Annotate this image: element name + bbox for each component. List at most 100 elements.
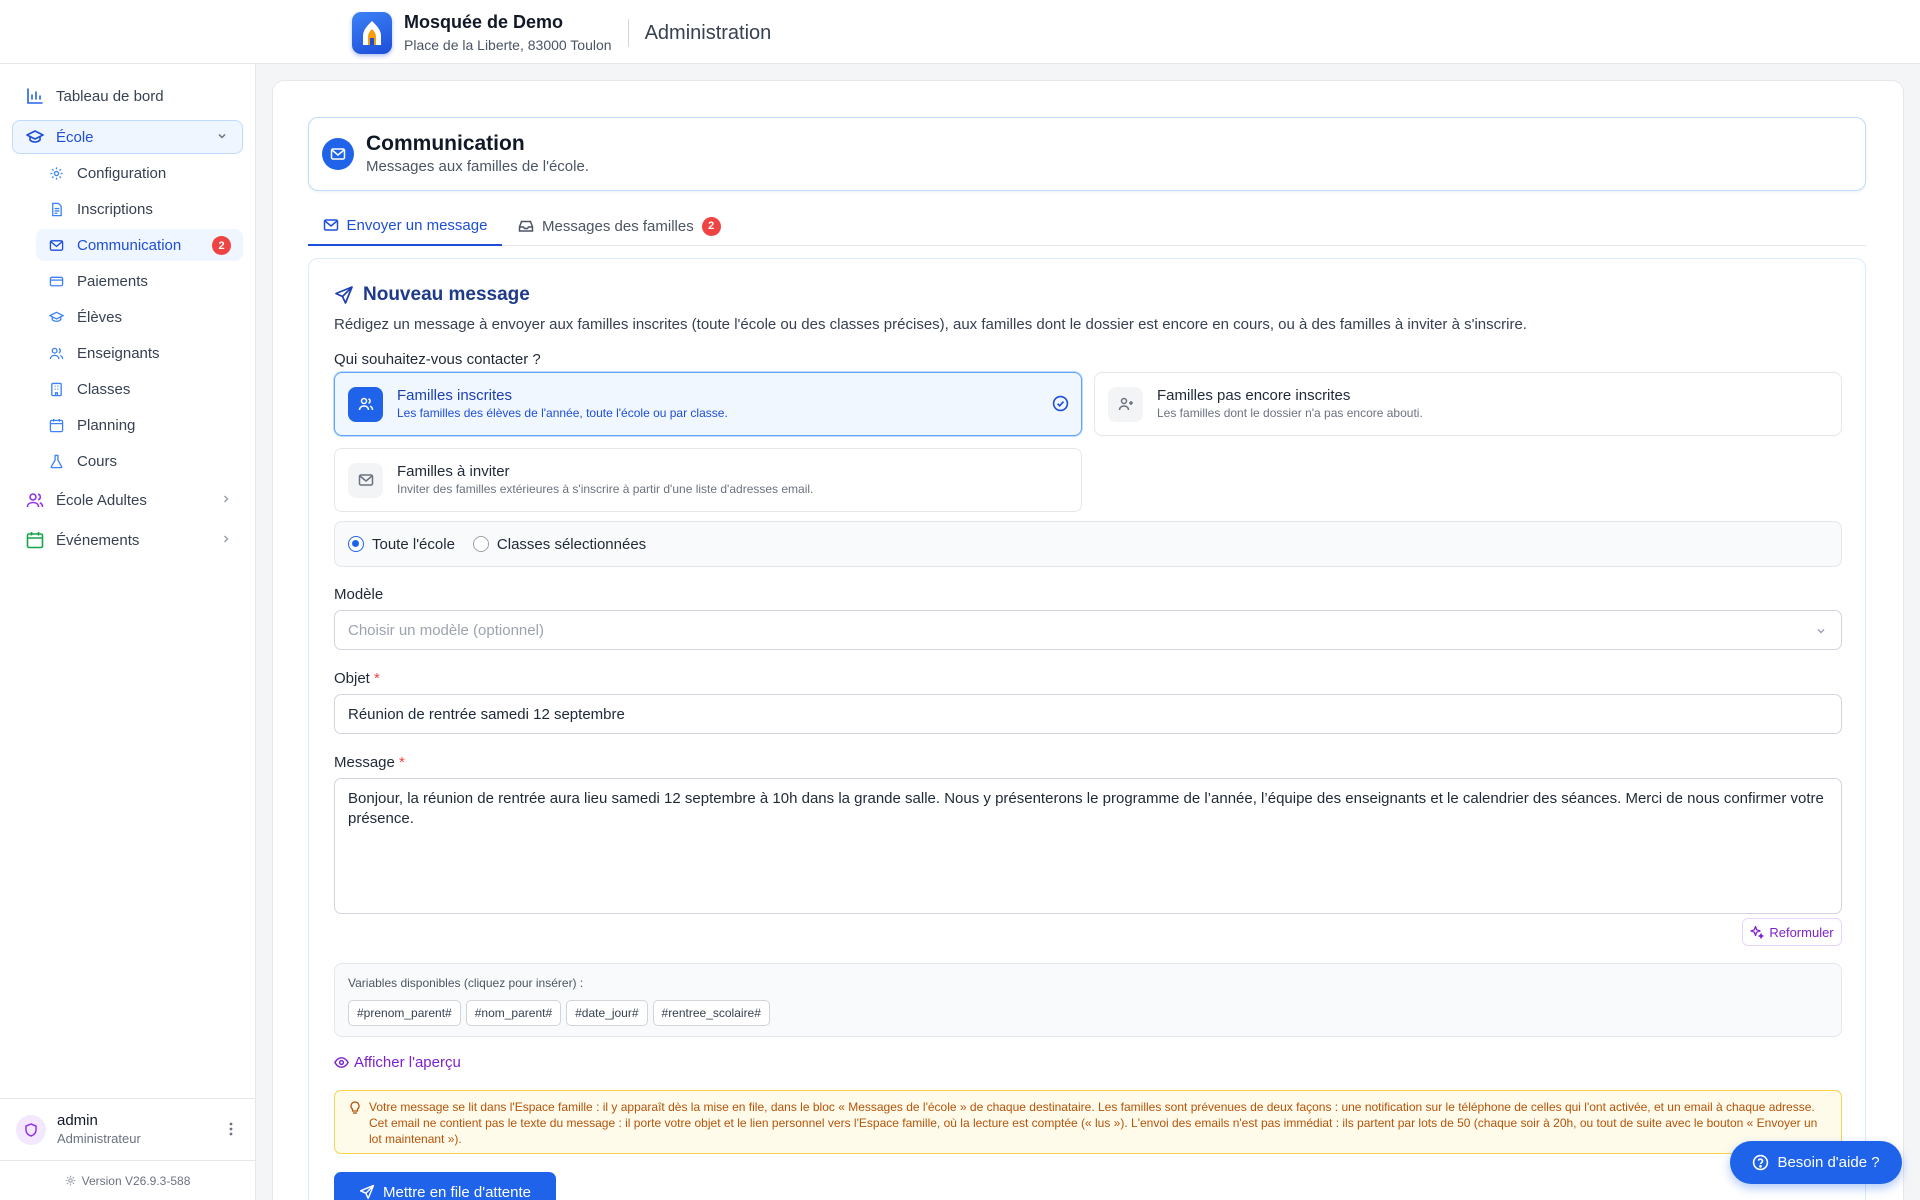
reformulate-button[interactable]: Reformuler <box>1742 918 1842 946</box>
option-title: Familles inscrites <box>397 387 513 404</box>
sidebar-item-inscriptions[interactable]: Inscriptions <box>36 193 243 225</box>
variable-chip[interactable]: #rentree_scolaire# <box>652 1000 770 1026</box>
sidebar-item-classes[interactable]: Classes <box>36 373 243 405</box>
variable-chip[interactable]: #nom_parent# <box>465 1000 562 1026</box>
sidebar-item-enseignants[interactable]: Enseignants <box>36 337 243 369</box>
sidebar-item-planning[interactable]: Planning <box>36 409 243 441</box>
header-section-title: Administration <box>644 21 772 44</box>
option-title: Familles pas encore inscrites <box>1157 387 1351 404</box>
org-address: Place de la Liberte, 83000 Toulon <box>404 37 612 53</box>
bar-chart-icon <box>27 88 43 104</box>
show-preview-link[interactable]: Afficher l'aperçu <box>334 1054 461 1071</box>
tab-family-messages[interactable]: Messages des familles 2 <box>518 206 721 246</box>
sidebar-item-label: École <box>56 128 94 146</box>
users-icon <box>26 493 44 508</box>
sidebar-item-configuration[interactable]: Configuration <box>36 157 243 189</box>
template-select[interactable]: Choisir un modèle (optionnel) <box>334 610 1842 650</box>
variable-chip[interactable]: #date_jour# <box>566 1000 648 1026</box>
reformulate-label: Reformuler <box>1769 924 1834 940</box>
top-header: Mosquée de Demo Place de la Liberte, 830… <box>0 0 1920 64</box>
brand: Mosquée de Demo Place de la Liberte, 830… <box>352 11 771 55</box>
sidebar-item-label: Cours <box>77 452 118 470</box>
help-button-label: Besoin d'aide ? <box>1777 1154 1880 1171</box>
header-divider <box>627 19 629 47</box>
lightbulb-icon <box>350 1101 360 1114</box>
queue-button-label: Mettre en file d'attente <box>383 1183 531 1200</box>
variable-chip[interactable]: #prenom_parent# <box>348 1000 461 1026</box>
user-profile[interactable]: admin Administrateur <box>0 1098 255 1160</box>
form-title-text: Nouveau message <box>363 284 530 305</box>
mail-icon <box>49 239 64 251</box>
graduation-cap-icon <box>26 130 44 143</box>
calendar-icon <box>49 418 64 432</box>
option-subtitle: Les familles dont le dossier n'a pas enc… <box>1157 406 1423 420</box>
radio-whole-school[interactable]: Toute l'école <box>348 536 455 553</box>
chevron-down-icon <box>1817 628 1825 634</box>
mosque-logo-icon <box>352 12 392 54</box>
eye-icon <box>334 1057 349 1068</box>
form-description: Rédigez un message à envoyer aux famille… <box>334 316 1527 333</box>
sidebar-item-ecole[interactable]: École <box>12 120 243 154</box>
radio-button[interactable] <box>472 536 489 552</box>
gear-icon <box>65 1175 75 1186</box>
sidebar: Tableau de bord École Configuration Insc… <box>0 64 256 1200</box>
info-notice: Votre message se lit dans l'Espace famil… <box>334 1090 1842 1154</box>
chevron-right-icon <box>223 495 229 503</box>
tab-bar: Envoyer un message Messages des familles… <box>308 206 1866 246</box>
sidebar-item-evenements[interactable]: Événements <box>26 524 246 556</box>
required-mark: * <box>399 754 405 771</box>
radio-label: Classes sélectionnées <box>496 535 647 553</box>
tab-label: Messages des familles <box>542 217 694 235</box>
gear-icon <box>50 166 63 180</box>
option-subtitle: Inviter des familles extérieures à s'ins… <box>397 482 814 496</box>
mail-icon <box>348 462 383 498</box>
sidebar-item-label: Planning <box>77 416 136 434</box>
subject-label: Objet * <box>334 670 380 687</box>
sidebar-item-dashboard[interactable]: Tableau de bord <box>26 80 246 112</box>
queue-message-button[interactable]: Mettre en file d'attente <box>334 1172 556 1200</box>
option-enrolled-families[interactable]: Familles inscrites Les familles des élèv… <box>334 372 1082 436</box>
message-textarea[interactable]: Bonjour, la réunion de rentrée aura lieu… <box>334 778 1842 914</box>
sparkles-icon <box>1750 925 1764 939</box>
unread-badge: 2 <box>212 236 231 255</box>
recipient-question: Qui souhaitez-vous contacter ? <box>334 351 541 368</box>
file-text-icon <box>52 202 62 216</box>
message-label-text: Message <box>334 754 395 771</box>
tab-send-message[interactable]: Envoyer un message <box>308 206 502 246</box>
variables-label: Variables disponibles (cliquez pour insé… <box>348 976 584 990</box>
more-vertical-icon[interactable] <box>229 1121 233 1137</box>
sidebar-item-ecole-adultes[interactable]: École Adultes <box>26 484 246 516</box>
option-invite-families[interactable]: Familles à inviter Inviter des familles … <box>334 448 1082 512</box>
app-version: Version V26.9.3-588 <box>0 1160 255 1200</box>
calendar-icon <box>26 532 44 549</box>
help-circle-icon <box>1753 1154 1769 1171</box>
option-pending-families[interactable]: Familles pas encore inscrites Les famill… <box>1094 372 1842 436</box>
building-icon <box>51 382 62 396</box>
message-label: Message * <box>334 754 405 771</box>
send-icon <box>335 286 353 304</box>
check-circle-icon <box>1052 395 1069 412</box>
help-button[interactable]: Besoin d'aide ? <box>1730 1141 1902 1184</box>
required-mark: * <box>374 670 380 687</box>
flask-icon <box>50 454 63 468</box>
radio-button[interactable] <box>348 536 364 552</box>
sidebar-item-communication[interactable]: Communication 2 <box>36 229 243 261</box>
sidebar-item-label: Paiements <box>77 272 148 290</box>
option-title: Familles à inviter <box>397 463 510 480</box>
sidebar-item-label: Événements <box>56 531 140 549</box>
version-text: Version V26.9.3-588 <box>81 1173 191 1188</box>
scope-selector: Toute l'école Classes sélectionnées <box>334 521 1842 567</box>
sidebar-item-paiements[interactable]: Paiements <box>36 265 243 297</box>
user-plus-icon <box>1108 386 1143 422</box>
sidebar-item-eleves[interactable]: Élèves <box>36 301 243 333</box>
sidebar-item-cours[interactable]: Cours <box>36 445 243 477</box>
mail-icon <box>322 138 354 170</box>
radio-selected-classes[interactable]: Classes sélectionnées <box>472 535 647 553</box>
option-subtitle: Les familles des élèves de l'année, tout… <box>397 406 728 420</box>
send-icon <box>359 1184 375 1200</box>
sidebar-item-label: Tableau de bord <box>56 87 164 105</box>
notice-text: Votre message se lit dans l'Espace famil… <box>369 1100 1818 1146</box>
org-name: Mosquée de Demo <box>404 12 564 32</box>
template-placeholder: Choisir un modèle (optionnel) <box>348 621 544 639</box>
subject-input[interactable]: Réunion de rentrée samedi 12 septembre <box>334 694 1842 734</box>
